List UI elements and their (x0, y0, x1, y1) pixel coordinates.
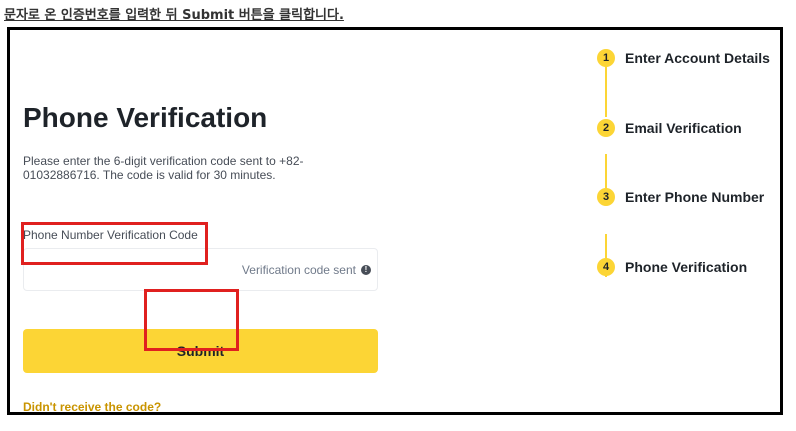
step-1: 1 Enter Account Details (597, 49, 770, 67)
code-field-box: Verification code sent ! (23, 248, 378, 291)
step-connector (605, 66, 607, 117)
submit-button[interactable]: Submit (23, 329, 378, 373)
step-number-badge: 1 (597, 49, 615, 67)
step-label: Enter Account Details (625, 50, 770, 66)
step-number-badge: 2 (597, 119, 615, 137)
verification-code-input[interactable] (26, 251, 220, 290)
verification-panel: Phone Verification Please enter the 6-di… (7, 27, 783, 415)
step-number-badge: 4 (597, 258, 615, 276)
step-label: Enter Phone Number (625, 189, 765, 205)
resend-code-link[interactable]: Didn't receive the code? (23, 400, 161, 414)
progress-steps: 1 Enter Account Details 2 Email Verifica… (597, 47, 787, 277)
step-4: 4 Phone Verification (597, 258, 747, 276)
page-title: Phone Verification (23, 102, 268, 133)
step-3: 3 Enter Phone Number (597, 188, 764, 206)
code-sent-status: Verification code sent ! (242, 263, 371, 277)
code-field-label: Phone Number Verification Code (23, 228, 198, 242)
code-sent-label: Verification code sent (241, 263, 356, 277)
step-number-badge: 3 (597, 188, 615, 206)
instruction-caption: 문자로 온 인증번호를 입력한 뒤 Submit 버튼을 클릭합니다. (4, 8, 344, 23)
step-2: 2 Email Verification (597, 119, 742, 137)
verification-description: Please enter the 6-digit verification co… (23, 154, 304, 182)
info-icon[interactable]: ! (361, 265, 371, 275)
step-label: Phone Verification (625, 259, 748, 275)
step-label: Email Verification (625, 120, 742, 136)
